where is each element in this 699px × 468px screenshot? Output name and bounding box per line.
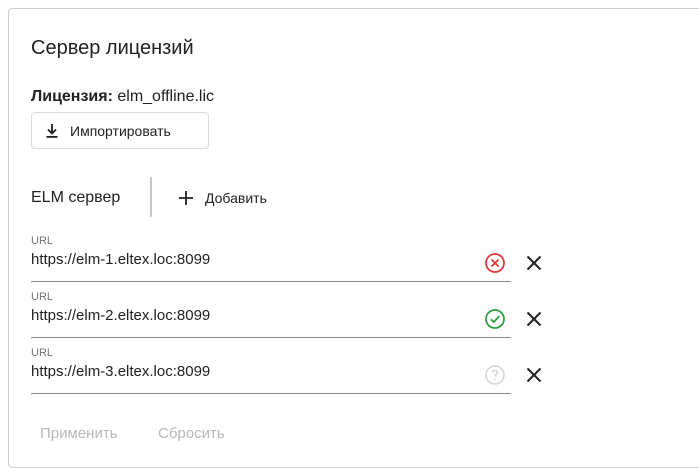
url-input[interactable]: https://elm-2.eltex.loc:8099 [31,307,210,324]
help-circle-icon [484,364,506,386]
apply-button[interactable]: Применить [40,425,118,442]
license-server-panel: Сервер лицензий Лицензия: elm_offline.li… [8,8,699,468]
plus-icon [177,189,195,207]
server-row: URL https://elm-3.eltex.loc:8099 [31,347,571,394]
import-button[interactable]: Импортировать [31,112,209,149]
page-title: Сервер лицензий [31,37,194,59]
divider [150,177,152,217]
import-button-label: Импортировать [70,122,171,139]
url-caption: URL [31,235,54,247]
url-caption: URL [31,291,54,303]
url-input[interactable]: https://elm-3.eltex.loc:8099 [31,363,210,380]
add-server-button[interactable]: Добавить [177,185,267,211]
license-info: Лицензия: elm_offline.lic [31,88,214,106]
remove-server-icon[interactable] [523,252,545,274]
error-circle-icon [484,252,506,274]
server-row: URL https://elm-2.eltex.loc:8099 [31,291,571,338]
license-key-label: Лицензия: [31,88,113,105]
download-icon [44,123,60,139]
server-row: URL https://elm-1.eltex.loc:8099 [31,235,571,282]
remove-server-icon[interactable] [523,364,545,386]
remove-server-icon[interactable] [523,308,545,330]
add-server-label: Добавить [205,190,267,206]
url-caption: URL [31,347,54,359]
reset-button[interactable]: Сбросить [158,425,225,442]
url-field[interactable]: URL https://elm-2.eltex.loc:8099 [31,291,511,338]
license-file-name: elm_offline.lic [117,88,215,105]
url-field[interactable]: URL https://elm-3.eltex.loc:8099 [31,347,511,394]
url-input[interactable]: https://elm-1.eltex.loc:8099 [31,251,210,268]
elm-server-label: ELM сервер [31,189,121,206]
check-circle-icon [484,308,506,330]
url-field[interactable]: URL https://elm-1.eltex.loc:8099 [31,235,511,282]
